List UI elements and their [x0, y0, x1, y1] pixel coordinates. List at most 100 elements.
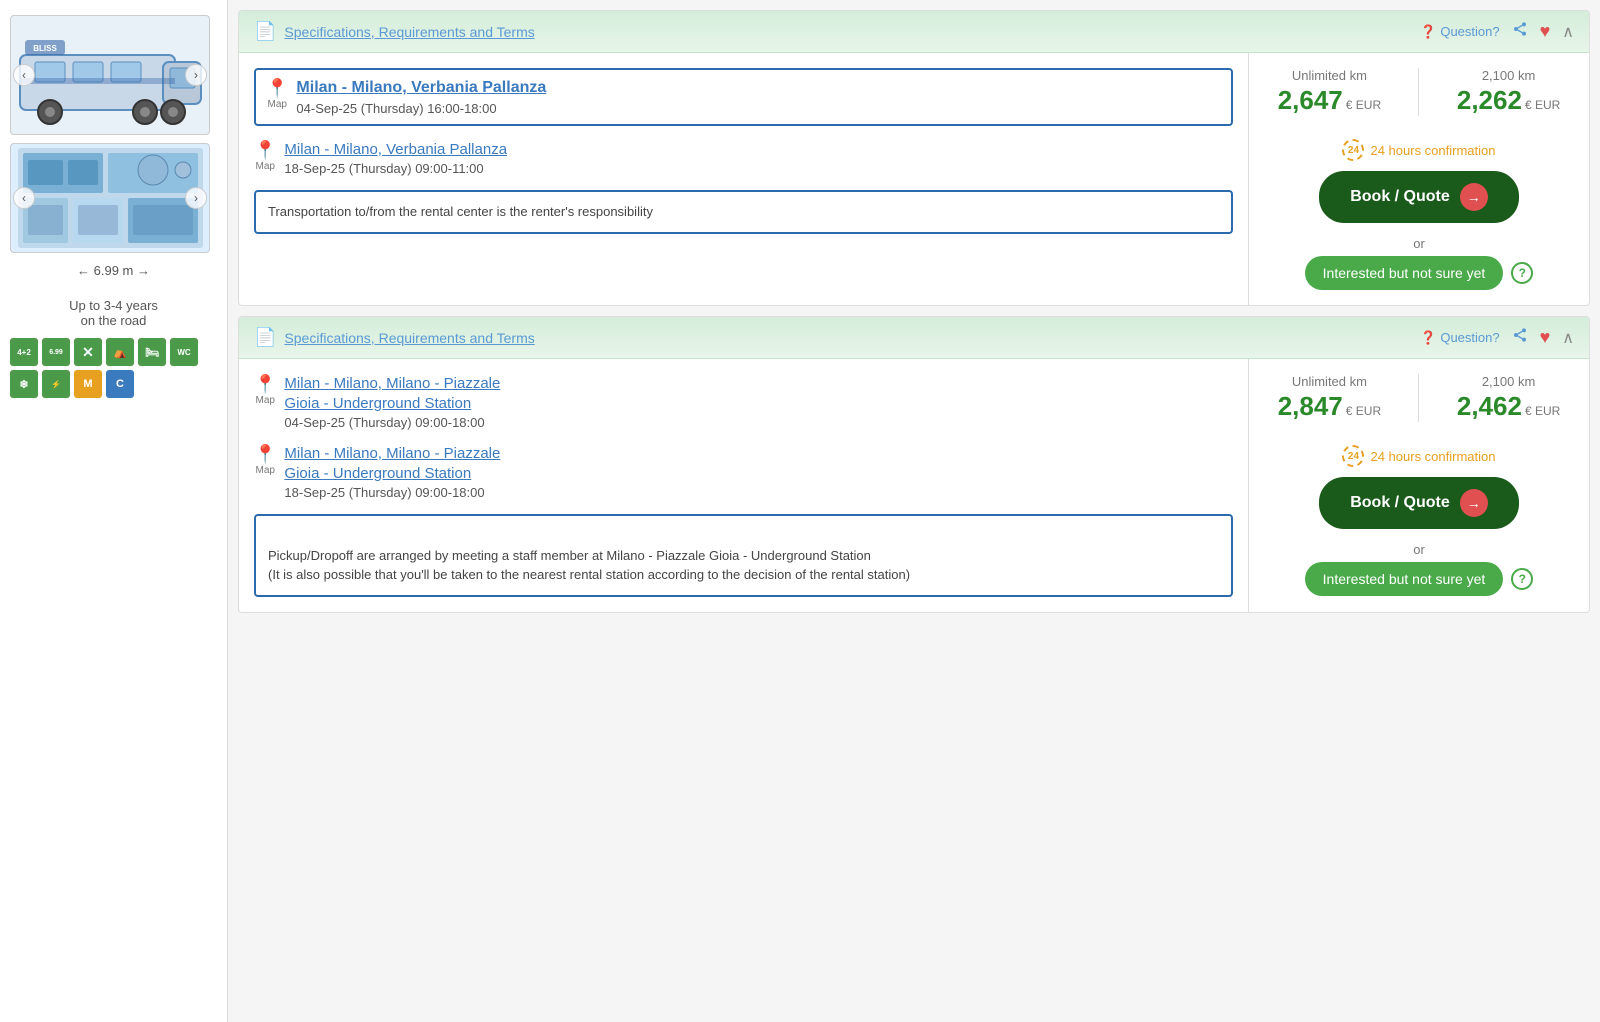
card-header-left-2: 📄 Specifications, Requirements and Terms: [254, 327, 535, 348]
or-text-1: or: [1413, 236, 1425, 251]
card-body-1: 📍 Map Milan - Milano, Verbania Pallanza …: [239, 53, 1589, 305]
price-unlimited-1: Unlimited km 2,647 € EUR: [1278, 68, 1381, 116]
pickup-link-2-line1[interactable]: Milan - Milano, Milano - Piazzale Gioia …: [284, 374, 500, 413]
icon-size: 6.99: [42, 338, 70, 366]
vehicle-illustration: BLISS: [15, 20, 205, 130]
doc-icon-1: 📄: [254, 21, 276, 42]
or-text-2: or: [1413, 542, 1425, 557]
chevron-icon-1[interactable]: ∧: [1562, 22, 1574, 42]
confirmation-badge-2: 24 24 hours confirmation: [1342, 445, 1495, 467]
card-body-2: 📍 Map Milan - Milano, Milano - Piazzale …: [239, 359, 1589, 612]
heart-icon-2[interactable]: ♥: [1540, 327, 1551, 348]
pickup-link-1[interactable]: Milan - Milano, Verbania Pallanza: [296, 78, 546, 99]
card-right-2: Unlimited km 2,847 € EUR 2,100 km: [1249, 359, 1589, 612]
map-label-dropoff-1: Map: [255, 161, 274, 172]
floorplan-prev[interactable]: ‹: [13, 187, 35, 209]
card-header-right-2: ❓ Question? ♥ ∧: [1420, 327, 1574, 348]
dropoff-details-2: Milan - Milano, Milano - Piazzale Gioia …: [284, 444, 500, 500]
share-icon-1[interactable]: [1512, 21, 1528, 42]
dropoff-link-1[interactable]: Milan - Milano, Verbania Pallanza: [284, 140, 507, 160]
doc-icon-2: 📄: [254, 327, 276, 348]
interested-button-1[interactable]: Interested but not sure yet: [1305, 256, 1504, 290]
vehicle-image-next[interactable]: ›: [185, 64, 207, 86]
badge-24h-icon-1: 24: [1342, 139, 1364, 161]
interested-button-2[interactable]: Interested but not sure yet: [1305, 562, 1504, 596]
floorplan-illustration: [18, 148, 203, 248]
icon-ac: ❄: [10, 370, 38, 398]
vehicle-image: ‹: [10, 15, 210, 135]
interested-help-icon-2[interactable]: ?: [1511, 568, 1533, 590]
pricing-row-1: Unlimited km 2,647 € EUR 2,100 km: [1264, 68, 1574, 116]
specs-link-2[interactable]: Specifications, Requirements and Terms: [284, 330, 534, 346]
dropoff-details-1: Milan - Milano, Verbania Pallanza 18-Sep…: [284, 140, 507, 177]
question-icon-2: ❓: [1420, 330, 1436, 346]
feature-icons: 4+2 6.99 ✕ ⛺ 🛏 WC ❄ ⚡ M C: [10, 338, 217, 398]
price-limited-2: 2,100 km 2,462 € EUR: [1457, 374, 1560, 422]
icon-category: C: [106, 370, 134, 398]
note-box-1: Transportation to/from the rental center…: [254, 190, 1233, 234]
map-label-pickup-1: Map: [267, 99, 286, 110]
badge-24h-icon-2: 24: [1342, 445, 1364, 467]
vehicle-image-prev[interactable]: ‹: [13, 64, 35, 86]
listing-card-1: 📄 Specifications, Requirements and Terms…: [238, 10, 1590, 306]
specs-link-1[interactable]: Specifications, Requirements and Terms: [284, 24, 534, 40]
icon-manual: M: [74, 370, 102, 398]
price-limited-1: 2,100 km 2,262 € EUR: [1457, 68, 1560, 116]
card-left-1: 📍 Map Milan - Milano, Verbania Pallanza …: [239, 53, 1249, 305]
card-header-left-1: 📄 Specifications, Requirements and Terms: [254, 21, 535, 42]
share-icon-2[interactable]: [1512, 327, 1528, 348]
icon-wc: WC: [170, 338, 198, 366]
map-label-pickup-2: Map: [255, 395, 274, 406]
book-arrow-icon-1: →: [1460, 183, 1488, 211]
pin-icon-pickup-2: 📍: [254, 374, 276, 395]
pickup-location-1: 📍 Map Milan - Milano, Verbania Pallanza …: [254, 68, 1233, 126]
pickup-date-2: 04-Sep-25 (Thursday) 09:00-18:00: [284, 415, 500, 430]
price-divider-1: [1418, 68, 1419, 116]
question-icon-1: ❓: [1420, 24, 1436, 40]
price-unlimited-2: Unlimited km 2,847 € EUR: [1278, 374, 1381, 422]
interested-wrapper-2: Interested but not sure yet ?: [1305, 562, 1534, 596]
pin-icon-pickup-1: 📍: [266, 78, 288, 99]
chevron-icon-2[interactable]: ∧: [1562, 328, 1574, 348]
question-btn-1[interactable]: ❓ Question?: [1420, 24, 1499, 40]
interested-help-icon-1[interactable]: ?: [1511, 262, 1533, 284]
pin-icon-dropoff-1: 📍: [254, 140, 276, 161]
note-box-2: Pickup/Dropoff are arranged by meeting a…: [254, 514, 1233, 597]
svg-text:BLISS: BLISS: [33, 44, 57, 53]
icon-passengers: 4+2: [10, 338, 38, 366]
dropoff-location-2: 📍 Map Milan - Milano, Milano - Piazzale …: [254, 444, 1233, 500]
main-content: 📄 Specifications, Requirements and Terms…: [228, 0, 1600, 1022]
map-label-dropoff-2: Map: [255, 465, 274, 476]
price-divider-2: [1418, 374, 1419, 422]
interested-wrapper-1: Interested but not sure yet ?: [1305, 256, 1534, 290]
icon-bed: 🛏: [138, 338, 166, 366]
card-header-right-1: ❓ Question? ♥ ∧: [1420, 21, 1574, 42]
vehicle-size: ← 6.99 m →: [10, 263, 217, 278]
book-button-1[interactable]: Book / Quote →: [1319, 171, 1519, 223]
confirmation-badge-1: 24 24 hours confirmation: [1342, 139, 1495, 161]
dropoff-location-1: 📍 Map Milan - Milano, Verbania Pallanza …: [254, 140, 1233, 177]
card-left-2: 📍 Map Milan - Milano, Milano - Piazzale …: [239, 359, 1249, 612]
floorplan-image: ‹ ›: [10, 143, 210, 253]
vehicle-age: Up to 3-4 years on the road: [10, 283, 217, 328]
listing-card-2: 📄 Specifications, Requirements and Terms…: [238, 316, 1590, 613]
pricing-section-1: Unlimited km 2,647 € EUR 2,100 km: [1264, 68, 1574, 124]
pickup-date-1: 04-Sep-25 (Thursday) 16:00-18:00: [296, 101, 546, 116]
pickup-location-2: 📍 Map Milan - Milano, Milano - Piazzale …: [254, 374, 1233, 430]
dropoff-date-1: 18-Sep-25 (Thursday) 09:00-11:00: [284, 161, 507, 176]
dropoff-date-2: 18-Sep-25 (Thursday) 09:00-18:00: [284, 485, 500, 500]
pin-icon-dropoff-2: 📍: [254, 444, 276, 465]
card-right-1: Unlimited km 2,647 € EUR 2,100 km: [1249, 53, 1589, 305]
book-button-2[interactable]: Book / Quote →: [1319, 477, 1519, 529]
dropoff-link-2[interactable]: Milan - Milano, Milano - Piazzale Gioia …: [284, 444, 500, 483]
icon-cross: ✕: [74, 338, 102, 366]
pickup-details-2: Milan - Milano, Milano - Piazzale Gioia …: [284, 374, 500, 430]
card-header-2: 📄 Specifications, Requirements and Terms…: [239, 317, 1589, 359]
floorplan-next[interactable]: ›: [185, 187, 207, 209]
sidebar: ‹: [0, 0, 228, 1022]
question-btn-2[interactable]: ❓ Question?: [1420, 330, 1499, 346]
heart-icon-1[interactable]: ♥: [1540, 21, 1551, 42]
icon-tent: ⛺: [106, 338, 134, 366]
book-arrow-icon-2: →: [1460, 489, 1488, 517]
icon-power: ⚡: [42, 370, 70, 398]
